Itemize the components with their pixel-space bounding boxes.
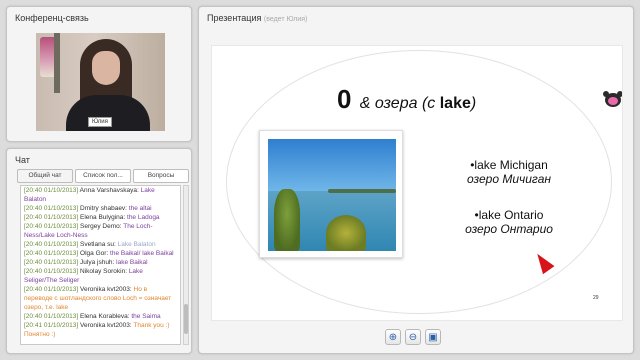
tab-questions[interactable]: Вопросы: [133, 169, 189, 183]
photo-shore: [328, 189, 396, 193]
chat-title: Чат: [15, 155, 30, 165]
save-button[interactable]: ▣: [425, 329, 441, 345]
conference-title: Конференц-связь: [15, 13, 89, 23]
tab-user-list[interactable]: Список пол...: [75, 169, 131, 183]
presentation-presenter: (ведет Юлия): [263, 16, 308, 23]
lake-name-en: •lake Michigan: [470, 158, 548, 172]
tab-general-chat[interactable]: Общий чат: [17, 169, 73, 183]
photo-tree: [274, 189, 300, 251]
slide-title-rest-bold: lake: [439, 95, 471, 112]
save-icon: ▣: [428, 331, 438, 343]
chat-messages[interactable]: [20:40 01/10/2013] Anna Varshavskaya: La…: [20, 185, 181, 345]
photo-bush: [326, 215, 366, 251]
zoom-out-button[interactable]: ⊖: [405, 329, 421, 345]
presentation-title-text: Презентация: [207, 13, 262, 23]
chat-panel: Чат Общий чат Список пол... Вопросы [20:…: [6, 148, 192, 354]
chat-message: [20:40 01/10/2013] Elena Korableva: the …: [24, 313, 161, 320]
chat-scrollbar-thumb[interactable]: [184, 304, 188, 334]
chat-message: [20:40 01/10/2013] Anna Varshavskaya: La…: [24, 187, 155, 203]
chat-message: [20:40 01/10/2013] Olga Gor: the Baikal/…: [24, 250, 174, 257]
mascot-face: [608, 97, 618, 105]
zoom-out-icon: ⊖: [408, 331, 418, 343]
slide: 0 & озера (с lake) •lake Michigan озеро …: [211, 45, 623, 321]
zoom-in-button[interactable]: ⊕: [385, 329, 401, 345]
presentation-panel: Презентация (ведет Юлия) 0 & озера (с la…: [198, 6, 634, 354]
video-name-label: Юлия: [88, 117, 112, 127]
video-person-face: [92, 51, 120, 85]
chat-message: [20:40 01/10/2013] Veronika kvt2003: Но …: [24, 286, 172, 311]
chat-message: [20:41 01/10/2013] Veronika kvt2003: Tha…: [24, 322, 170, 338]
chat-scrollbar[interactable]: [183, 185, 189, 345]
chat-tabs: Общий чат Список пол... Вопросы: [17, 169, 189, 183]
chat-message: [20:40 01/10/2013] Dmitry shabaev: the a…: [24, 205, 152, 212]
lake-item: •lake Michigan озеро Мичиган: [444, 158, 574, 186]
lake-name-ru: озеро Мичиган: [467, 172, 551, 186]
lake-photo: [268, 139, 396, 251]
photo-sky: [268, 139, 396, 191]
conference-panel: Конференц-связь Юлия: [6, 6, 192, 142]
zoom-in-icon: ⊕: [388, 331, 398, 343]
slide-title-rest-after: ): [470, 95, 477, 112]
lake-item: •lake Ontario озеро Онтарио: [444, 208, 574, 236]
slide-title-rest-before: & озера (с: [359, 95, 440, 112]
chat-message: [20:40 01/10/2013] Julya jshuh: lake Bai…: [24, 259, 148, 266]
video-lamp: [54, 33, 60, 93]
lake-name-en: •lake Ontario: [474, 208, 544, 222]
slide-toolbar: ⊕ ⊖ ▣: [385, 329, 441, 345]
video-feed[interactable]: Юлия: [36, 33, 165, 131]
chat-message: [20:40 01/10/2013] Elena Bulygina: the L…: [24, 214, 160, 221]
lake-photo-frame: [259, 130, 403, 258]
slide-page-number: 29: [593, 295, 599, 301]
presentation-title: Презентация (ведет Юлия): [199, 7, 633, 23]
chat-message: [20:40 01/10/2013] Nikolay Sorokin: Lake…: [24, 268, 143, 284]
chat-message: [20:40 01/10/2013] Svetlana su: Lake Bal…: [24, 241, 156, 248]
mascot-icon: [602, 90, 622, 110]
chat-message: [20:40 01/10/2013] Sergey Demo: The Loch…: [24, 223, 153, 239]
slide-title: 0 & озера (с lake): [337, 84, 476, 115]
slide-title-rest: & озера (с lake): [360, 95, 476, 112]
lake-name-ru: озеро Онтарио: [465, 222, 553, 236]
slide-title-article: 0: [337, 84, 352, 114]
